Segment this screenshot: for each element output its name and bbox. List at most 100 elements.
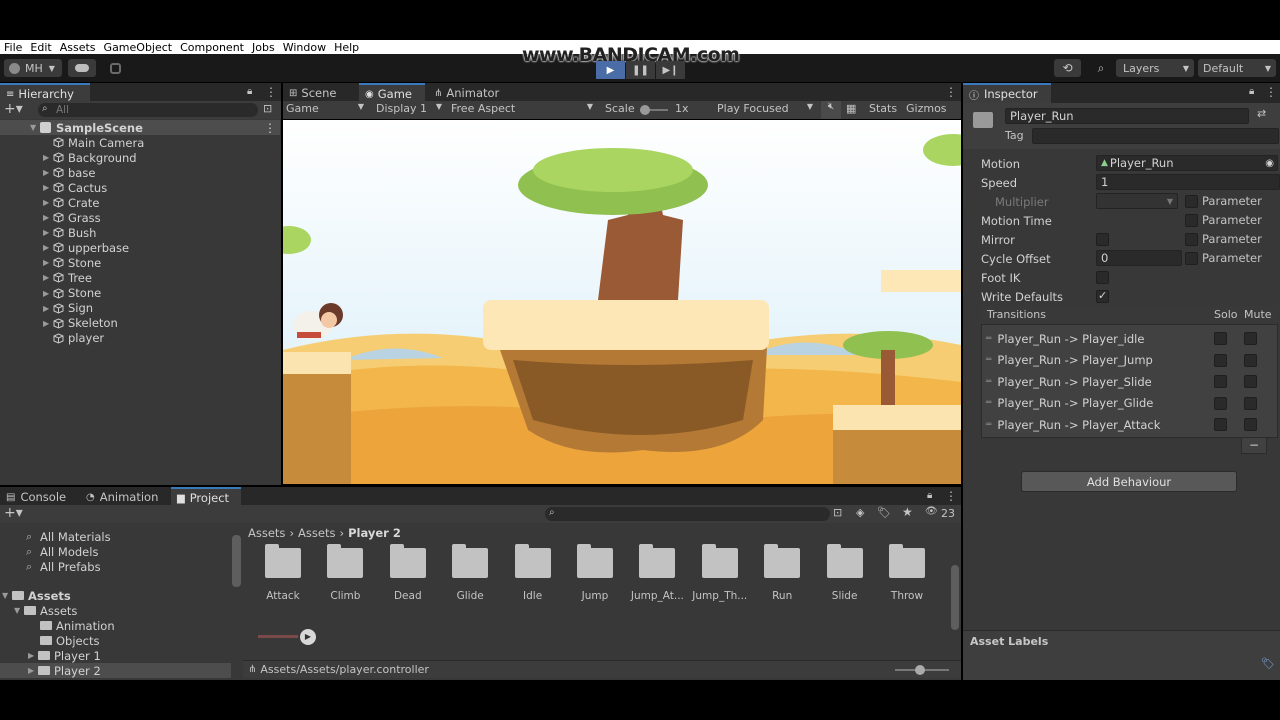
filter-type-icon[interactable]: ◈ xyxy=(856,506,864,519)
drag-handle-icon[interactable]: ═ xyxy=(986,377,991,387)
hidden-packages-icon[interactable]: 👁︎ xyxy=(925,506,938,517)
expand-arrow-icon[interactable]: ▶ xyxy=(43,289,53,298)
account-dropdown[interactable]: MH ▼ xyxy=(4,59,62,77)
solo-checkbox[interactable] xyxy=(1214,353,1227,367)
breadcrumb-item[interactable]: Player 2 xyxy=(348,526,401,540)
more-icon[interactable]: ⋮ xyxy=(1265,85,1277,99)
project-tree-scrollbar[interactable] xyxy=(232,535,241,587)
hierarchy-search-field[interactable]: ⌕ All xyxy=(38,103,258,117)
drag-handle-icon[interactable]: ═ xyxy=(986,334,991,344)
cloud-button[interactable] xyxy=(68,59,96,77)
expand-arrow-icon[interactable]: ▼ xyxy=(30,123,40,132)
hierarchy-item[interactable]: ▶ Bush xyxy=(0,225,280,240)
menu-assets[interactable]: Assets xyxy=(60,41,96,54)
asset-folder[interactable]: Jump_At... xyxy=(631,544,684,602)
foot-ik-checkbox[interactable] xyxy=(1096,271,1109,284)
game-mode-dropdown[interactable]: Game ▼ xyxy=(286,102,368,118)
speed-field[interactable]: 1 xyxy=(1096,174,1280,190)
mute-checkbox[interactable] xyxy=(1244,332,1257,345)
hierarchy-item[interactable]: ▶ Background xyxy=(0,150,280,165)
lock-icon[interactable]: 🔒︎ xyxy=(927,490,932,501)
menu-jobs[interactable]: Jobs xyxy=(252,41,275,54)
menu-gameobject[interactable]: GameObject xyxy=(104,41,173,54)
menu-component[interactable]: Component xyxy=(180,41,244,54)
layers-dropdown[interactable]: Layers ▼ xyxy=(1116,59,1194,77)
hierarchy-item[interactable]: ▶ Grass xyxy=(0,210,280,225)
asset-folder[interactable]: Idle xyxy=(513,544,553,602)
breadcrumb-item[interactable]: Assets xyxy=(298,526,335,540)
layout-dropdown[interactable]: Default ▼ xyxy=(1198,59,1276,77)
solo-checkbox[interactable] xyxy=(1214,375,1227,389)
play-mode-dropdown[interactable]: Play Focused ▼ xyxy=(717,102,815,118)
hierarchy-item[interactable]: ▶ Stone xyxy=(0,286,280,301)
expand-arrow-icon[interactable]: ▶ xyxy=(43,258,53,267)
collab-button[interactable] xyxy=(102,59,128,77)
menu-help[interactable]: Help xyxy=(334,41,359,54)
gizmos-button[interactable]: Gizmos xyxy=(906,102,947,115)
hierarchy-item[interactable]: ▶ Cactus xyxy=(0,180,280,195)
solo-checkbox[interactable] xyxy=(1214,418,1227,432)
motion-field[interactable]: ▲ Player_Run ◉ xyxy=(1096,155,1278,171)
favorite-all-prefabs[interactable]: ⌕ All Prefabs xyxy=(26,559,101,574)
multiplier-parameter-checkbox[interactable] xyxy=(1185,195,1198,208)
asset-labels-title[interactable]: Asset Labels xyxy=(970,635,1048,648)
object-picker-icon[interactable]: ◉ xyxy=(1265,158,1274,169)
hierarchy-item[interactable]: ▶ Skeleton xyxy=(0,316,280,331)
write-defaults-checkbox[interactable] xyxy=(1096,289,1109,303)
hierarchy-item[interactable]: player xyxy=(0,331,280,346)
aspect-dropdown[interactable]: Free Aspect ▼ xyxy=(451,102,597,118)
search-button[interactable]: ⌕ xyxy=(1088,59,1114,77)
project-search-field[interactable]: ⌕ xyxy=(545,507,830,521)
cycle-offset-field[interactable]: 0 xyxy=(1096,250,1182,266)
folder-objects[interactable]: Objects xyxy=(40,633,99,648)
filter-label-icon[interactable]: 🏷︎ xyxy=(877,506,891,519)
expand-arrow-icon[interactable]: ▶ xyxy=(28,666,38,675)
search-by-type-icon[interactable]: ⊡ xyxy=(833,506,842,519)
tab-animator[interactable]: ⋔ Animator xyxy=(428,83,518,103)
lock-icon[interactable]: 🔒︎ xyxy=(1249,86,1254,97)
drag-handle-icon[interactable]: ═ xyxy=(986,420,991,430)
breadcrumb-item[interactable]: Assets xyxy=(248,526,285,540)
hierarchy-item[interactable]: ▶ Crate xyxy=(0,195,280,210)
folder-player-2[interactable]: ▶ Player 2 xyxy=(0,663,231,678)
animator-controller-asset[interactable]: ▶ xyxy=(258,629,316,645)
pause-button[interactable]: ❚❚ xyxy=(626,61,655,79)
expand-arrow-icon[interactable]: ▶ xyxy=(43,273,53,282)
remove-transition-button[interactable]: − xyxy=(1241,438,1267,454)
expand-arrow-icon[interactable]: ▶ xyxy=(43,213,53,222)
game-view[interactable] xyxy=(283,120,961,484)
scene-search-icon[interactable]: ⊡ xyxy=(263,102,272,115)
stats-button[interactable]: Stats xyxy=(869,102,897,115)
hierarchy-item[interactable]: ▶ Stone xyxy=(0,255,280,270)
scale-slider[interactable] xyxy=(640,105,668,115)
asset-folder[interactable]: Glide xyxy=(450,544,490,602)
settings-icon[interactable]: ⇄ xyxy=(1257,107,1266,120)
drag-handle-icon[interactable]: ═ xyxy=(986,398,991,408)
expand-arrow-icon[interactable]: ▶ xyxy=(43,183,53,192)
mute-checkbox[interactable] xyxy=(1244,375,1257,389)
asset-folder[interactable]: Throw xyxy=(887,544,927,602)
add-behaviour-button[interactable]: Add Behaviour xyxy=(1021,471,1237,492)
transition-row[interactable]: ═ Player_Run -> Player_Attack xyxy=(982,414,1278,435)
asset-folder[interactable]: Attack xyxy=(263,544,303,602)
favorite-all-materials[interactable]: ⌕ All Materials xyxy=(26,529,111,544)
scale-slider-thumb[interactable] xyxy=(640,105,650,115)
hierarchy-item[interactable]: ▶ base xyxy=(0,165,280,180)
hierarchy-item[interactable]: ▶ upperbase xyxy=(0,240,280,255)
tab-hierarchy[interactable]: ≡ Hierarchy xyxy=(0,83,90,103)
menu-edit[interactable]: Edit xyxy=(30,41,51,54)
expand-arrow-icon[interactable]: ▶ xyxy=(43,304,53,313)
tab-animation[interactable]: ◔ Animation xyxy=(80,487,170,507)
mirror-checkbox[interactable] xyxy=(1096,233,1109,246)
more-icon[interactable]: ⋮ xyxy=(264,121,276,135)
tab-console[interactable]: ▤ Console xyxy=(0,487,80,507)
hierarchy-item[interactable]: ▶ Sign xyxy=(0,301,280,316)
asset-folder[interactable]: Jump_Th... xyxy=(692,544,747,602)
multiplier-dropdown[interactable]: ▼ xyxy=(1096,193,1178,209)
expand-arrow-icon[interactable]: ▶ xyxy=(43,319,53,328)
more-icon[interactable]: ⋮ xyxy=(945,85,957,99)
assets-root-folder[interactable]: ▼ Assets xyxy=(2,588,71,603)
favorite-icon[interactable]: ★ xyxy=(902,505,913,519)
folder-player-1[interactable]: ▶ Player 1 xyxy=(28,648,101,663)
expand-arrow-icon[interactable]: ▶ xyxy=(43,198,53,207)
